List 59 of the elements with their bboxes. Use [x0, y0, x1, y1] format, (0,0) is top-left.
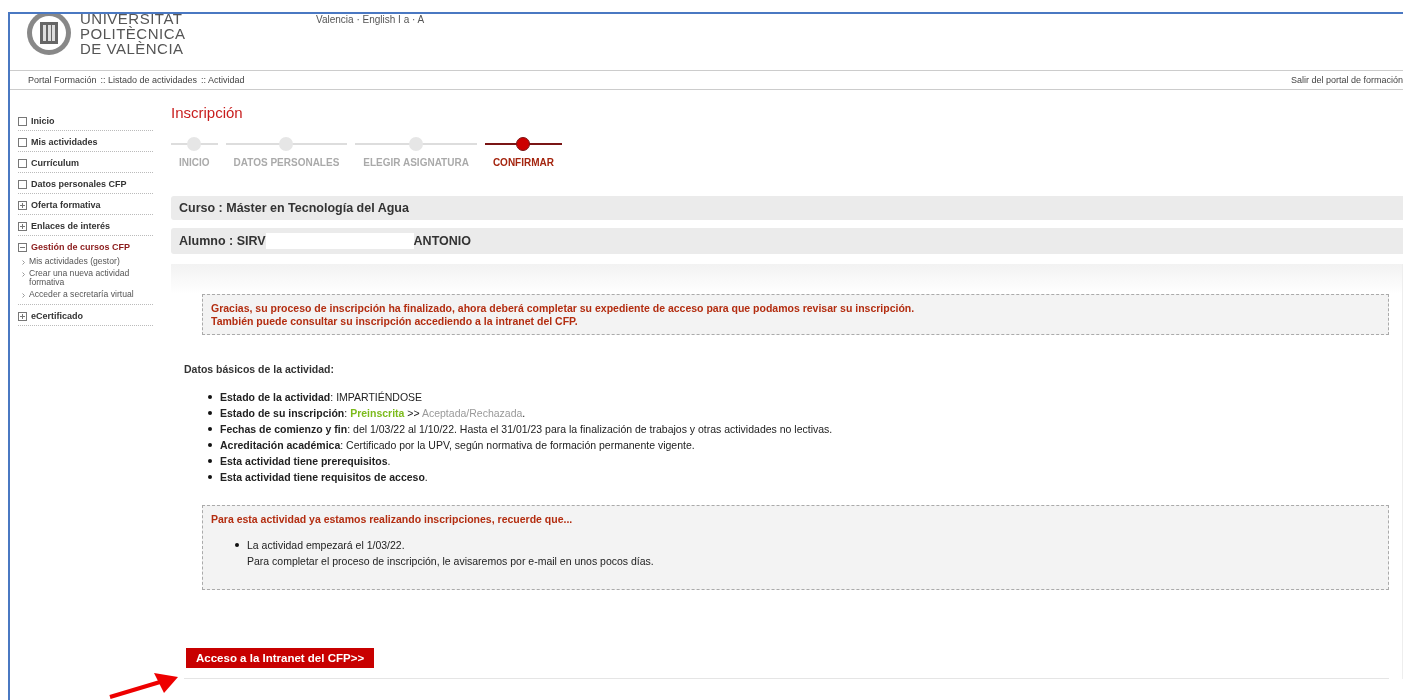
detail-item: Estado de su inscripción: Preinscrita >> Aceptada/Rechazada. [220, 406, 526, 421]
step-label: DATOS PERSONALES [232, 156, 341, 168]
sidebar-item[interactable]: Gestión de cursos CFP [31, 242, 131, 252]
chevron-icon [22, 260, 25, 265]
logout-link[interactable]: Salir del portal de formación [1290, 75, 1403, 85]
notice-text: También puede consultar su inscripción accediendo a la intranet del CFP. [211, 315, 579, 327]
page-title: Inscripción [171, 104, 244, 121]
bullet-icon [208, 475, 212, 479]
sidebar-item[interactable]: Mis actividades [31, 137, 98, 147]
sidebar-subitem[interactable]: Mis actividades (gestor) [29, 257, 120, 266]
page-square-icon[interactable] [18, 179, 27, 189]
sidebar-item[interactable]: Datos personales CFP [31, 179, 127, 189]
notice-text: Gracias, su proceso de inscripción ha finalizado, ahora deberá completar su expediente de acceso para que podamos revisar su inscripción. [211, 302, 916, 314]
sidebar-item[interactable]: Inicio [31, 116, 55, 126]
expand-icon[interactable] [18, 311, 27, 321]
sidebar-subitem[interactable]: Acceder a secretaría virtual [29, 290, 134, 299]
chevron-icon [22, 293, 25, 298]
university-name: POLITÈCNICA [80, 25, 186, 41]
detail-item: Esta actividad tiene prerequisitos. [220, 454, 391, 469]
sidebar-item[interactable]: eCertificado [31, 311, 83, 321]
reminder-text: La actividad empezará el 1/03/22. [247, 538, 406, 553]
sidebar-item[interactable]: Oferta formativa [31, 200, 101, 210]
intranet-access-button[interactable]: Acceso a la Intranet del CFP>> [186, 648, 375, 668]
page-square-icon[interactable] [18, 137, 27, 147]
bullet-icon [208, 411, 212, 415]
detail-item: Estado de la actividad: IMPARTIÉNDOSE [220, 390, 423, 405]
bullet-icon [235, 543, 239, 547]
detail-item: Fechas de comienzo y fin: del 1/03/22 al 1/10/22. Hasta el 31/01/23 para la finalización de trabajos y otras actividades no lectivas. [220, 422, 833, 437]
student-label: Alumno : [179, 234, 235, 248]
breadcrumb-link[interactable]: Portal Formación [28, 75, 97, 85]
step-label: CONFIRMAR [491, 156, 555, 168]
step-label: INICIO [178, 156, 211, 168]
detail-item: Acreditación académica: Certificado por la UPV, según normativa de formación permanente vigente. [220, 438, 695, 453]
bullet-icon [208, 427, 212, 431]
language-links[interactable]: Valencia · English I a · A [316, 14, 425, 25]
bullet-icon [208, 395, 212, 399]
section-heading: Datos básicos de la actividad: [184, 363, 335, 375]
page-square-icon[interactable] [18, 116, 27, 126]
page-square-icon[interactable] [18, 158, 27, 168]
sidebar-subitem[interactable]: Crear una nueva actividad formativa [29, 269, 153, 287]
reminder-text: Para completar el proceso de inscripción, le avisaremos por e-mail en unos pocos días. [247, 554, 654, 569]
detail-item: Esta actividad tiene requisitos de acceso. [220, 470, 428, 485]
course-name: Curso : Máster en Tecnología del Agua [179, 201, 409, 215]
expand-icon[interactable] [18, 200, 27, 210]
sidebar-item[interactable]: Currículum [31, 158, 79, 168]
expand-icon[interactable] [18, 221, 27, 231]
bullet-icon [208, 443, 212, 447]
bullet-icon [208, 459, 212, 463]
chevron-icon [22, 272, 25, 277]
reminder-title: Para esta actividad ya estamos realizando inscripciones, recuerde que... [211, 513, 574, 525]
breadcrumb-link[interactable]: :: Actividad [201, 75, 245, 85]
student-name: SIRV [236, 234, 266, 248]
university-name: DE VALÈNCIA [80, 40, 185, 56]
student-name: ANTONIO [413, 234, 471, 248]
step-label: ELEGIR ASIGNATURA [362, 156, 470, 168]
arrow-drawing [108, 671, 180, 700]
breadcrumb-link[interactable]: :: Listado de actividades [100, 75, 198, 85]
sidebar-item[interactable]: Enlaces de interés [31, 221, 111, 231]
collapse-icon[interactable] [18, 242, 27, 252]
